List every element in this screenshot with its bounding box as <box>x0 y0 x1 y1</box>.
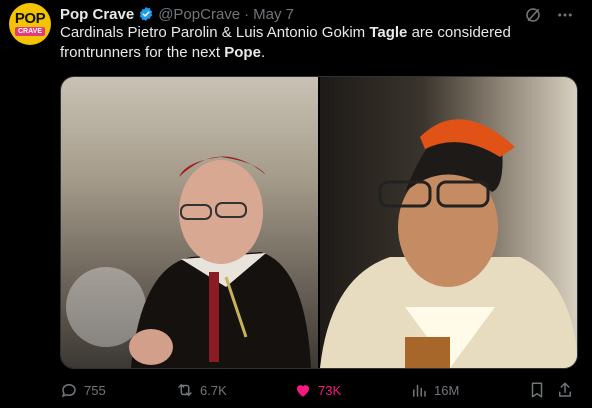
reply-icon <box>61 383 76 398</box>
photo-parolin[interactable] <box>61 77 318 368</box>
reply-button[interactable]: 755 <box>60 381 106 399</box>
repost-count: 6.7K <box>200 382 227 398</box>
photo-parolin-illustration <box>66 156 311 368</box>
author-handle[interactable]: @PopCrave <box>158 6 240 23</box>
tweet-text-bold: Tagle <box>369 24 408 41</box>
reply-count: 755 <box>84 382 106 398</box>
tweet-date[interactable]: May 7 <box>253 6 294 23</box>
repost-button[interactable]: 6.7K <box>176 381 227 399</box>
tweet-text: Cardinals Pietro Parolin & Luis Antonio … <box>60 23 570 63</box>
verified-badge-icon <box>140 7 153 21</box>
share-icon[interactable] <box>556 381 574 399</box>
media-grid <box>60 76 578 369</box>
like-icon <box>297 385 309 397</box>
photo-tagle[interactable] <box>320 77 577 368</box>
tweet-text-segment: . <box>260 44 266 61</box>
like-button[interactable]: 73K <box>294 381 341 399</box>
tweet-header: Pop Crave @PopCrave · May 7 <box>60 5 522 23</box>
author-name[interactable]: Pop Crave <box>60 6 134 23</box>
grok-icon[interactable] <box>524 6 542 24</box>
avatar-text-crave: CRAVE <box>15 27 45 36</box>
avatar-text-pop: POP <box>14 10 46 27</box>
like-count: 73K <box>318 382 342 398</box>
tweet-text-bold: Pope <box>224 44 261 61</box>
header-separator: · <box>244 5 250 23</box>
more-icon[interactable] <box>556 6 574 24</box>
views-button[interactable]: 16M <box>410 381 459 399</box>
avatar[interactable]: POP CRAVE <box>9 3 51 45</box>
photo-tagle-illustration <box>320 119 577 368</box>
views-icon <box>413 384 426 397</box>
top-actions <box>524 6 574 24</box>
action-bar: 755 6.7K 73K 16M <box>60 380 576 400</box>
tweet-text-segment: Cardinals Pietro Parolin & Luis Antonio … <box>60 24 370 41</box>
bookmark-icon[interactable] <box>528 381 546 399</box>
views-count: 16M <box>434 382 460 398</box>
repost-icon <box>178 383 192 397</box>
